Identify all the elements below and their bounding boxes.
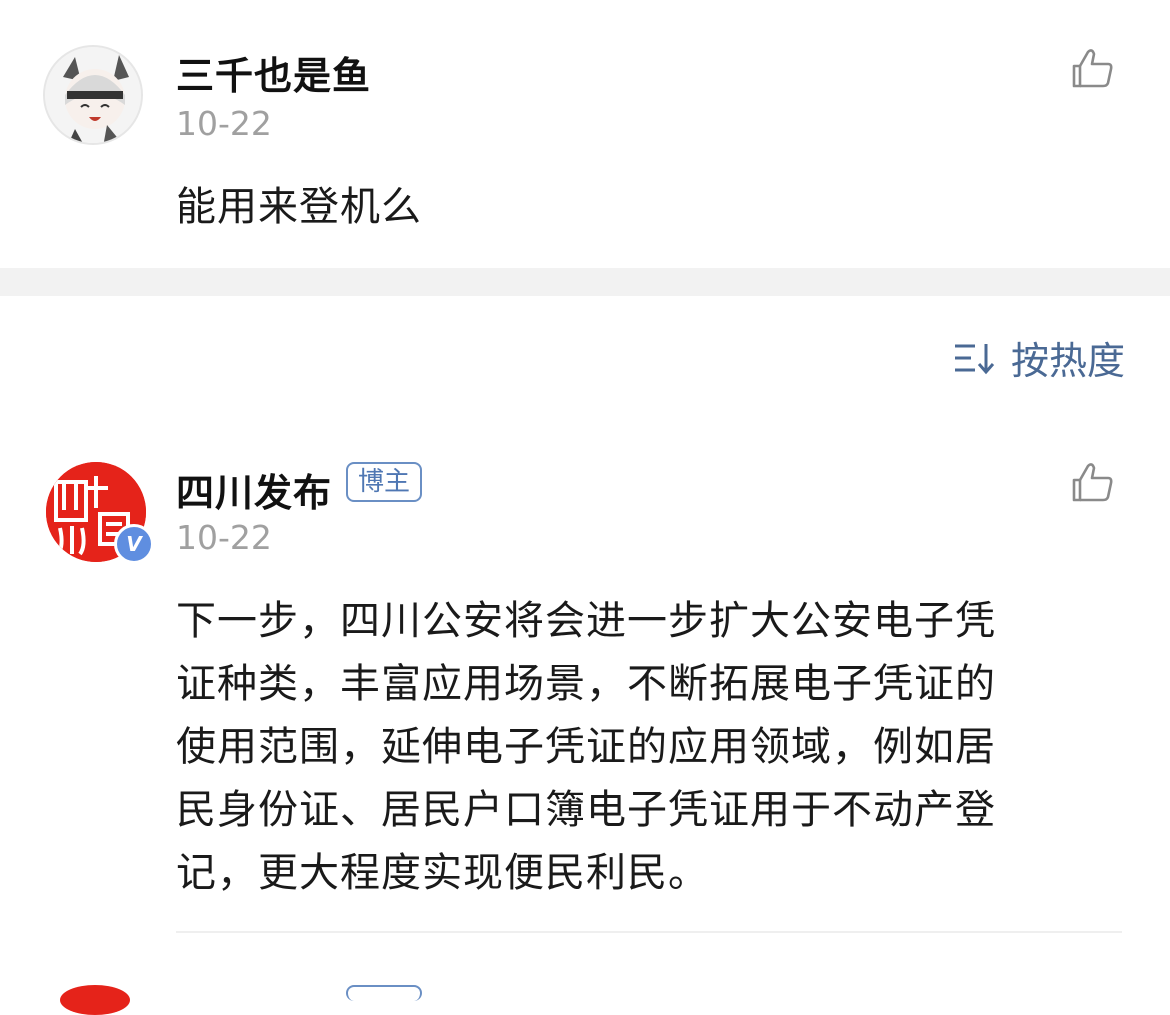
thumbs-up-icon [1072, 463, 1113, 502]
section-divider [0, 268, 1170, 296]
author-badge [346, 985, 422, 1001]
sort-label: 按热度 [1010, 339, 1125, 383]
sort-icon [954, 343, 995, 374]
username[interactable]: 三千也是鱼 [176, 45, 371, 100]
anime-avatar-icon [45, 47, 141, 143]
comment-text-line: 证种类，丰富应用场景，不断拓展电子凭证的 [176, 661, 996, 707]
comment-text-line: 使用范围，延伸电子凭证的应用领域，例如居 [176, 724, 996, 770]
user-avatar[interactable] [43, 45, 143, 145]
username[interactable]: 四川发布 [176, 462, 332, 517]
comment-date: 10-22 [176, 518, 272, 557]
like-button[interactable] [1070, 46, 1114, 90]
sort-by-hot-button[interactable]: 按热度 [953, 330, 1125, 385]
thumbs-up-icon [1072, 49, 1113, 88]
verified-badge-icon: V [114, 524, 154, 564]
comment-text-line: 民身份证、居民户口簿电子凭证用于不动产登 [176, 787, 996, 833]
like-button[interactable] [1070, 460, 1114, 504]
comment-separator [176, 931, 1122, 933]
comment-text: 能用来登机么 [176, 184, 422, 230]
author-badge: 博主 [346, 462, 423, 502]
comment-date: 10-22 [176, 104, 272, 143]
comment-text: 下一步，四川公安将会进一步扩大公安电子凭 证种类，丰富应用场景，不断拓展电子凭证… [176, 590, 996, 905]
user-avatar[interactable] [60, 985, 130, 1015]
comment-text-line: 记，更大程度实现便民利民。 [176, 850, 709, 896]
comment-text-line: 下一步，四川公安将会进一步扩大公安电子凭 [176, 598, 996, 644]
